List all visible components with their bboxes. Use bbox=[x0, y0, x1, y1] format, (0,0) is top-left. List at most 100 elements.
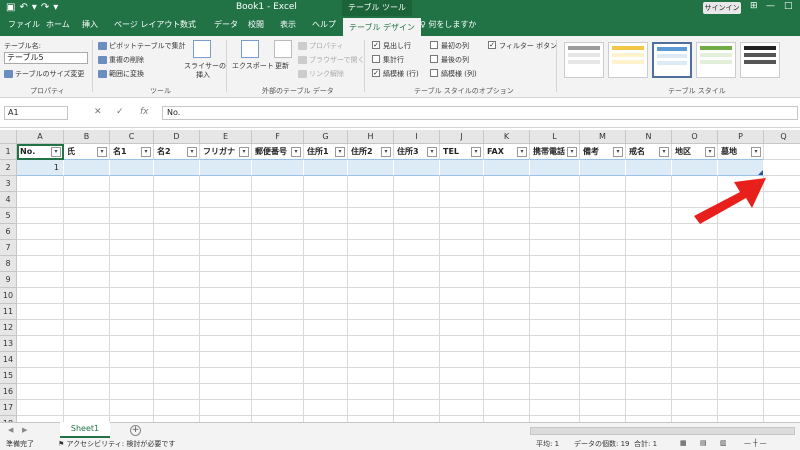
horizontal-scrollbar[interactable] bbox=[530, 427, 795, 435]
cell-d17[interactable] bbox=[154, 400, 200, 416]
cell-c10[interactable] bbox=[110, 288, 154, 304]
cell-m11[interactable] bbox=[580, 304, 626, 320]
cell-i16[interactable] bbox=[394, 384, 440, 400]
cell-f16[interactable] bbox=[252, 384, 304, 400]
cell-d4[interactable] bbox=[154, 192, 200, 208]
cell-n9[interactable] bbox=[626, 272, 672, 288]
filter-dropdown-icon[interactable]: ▾ bbox=[705, 147, 715, 157]
cell-i6[interactable] bbox=[394, 224, 440, 240]
cell-j15[interactable] bbox=[440, 368, 484, 384]
cell-f10[interactable] bbox=[252, 288, 304, 304]
table-style-thumb[interactable] bbox=[740, 42, 780, 78]
cell-g6[interactable] bbox=[304, 224, 348, 240]
cell-e5[interactable] bbox=[200, 208, 252, 224]
unlink-button[interactable]: リンク解除 bbox=[298, 69, 344, 79]
cell-g9[interactable] bbox=[304, 272, 348, 288]
cell-q9[interactable] bbox=[764, 272, 800, 288]
cell-f5[interactable] bbox=[252, 208, 304, 224]
cell-d5[interactable] bbox=[154, 208, 200, 224]
cell-i5[interactable] bbox=[394, 208, 440, 224]
cell-m14[interactable] bbox=[580, 352, 626, 368]
cell-j7[interactable] bbox=[440, 240, 484, 256]
cell-e10[interactable] bbox=[200, 288, 252, 304]
table-header-cell[interactable]: 地区 ▾ bbox=[672, 144, 718, 160]
cell-f12[interactable] bbox=[252, 320, 304, 336]
row-header-7[interactable]: 7 bbox=[0, 240, 17, 256]
cell-l6[interactable] bbox=[530, 224, 580, 240]
row-header-3[interactable]: 3 bbox=[0, 176, 17, 192]
slicer-label-2[interactable]: 挿入 bbox=[196, 70, 210, 80]
cell-c12[interactable] bbox=[110, 320, 154, 336]
cell-n12[interactable] bbox=[626, 320, 672, 336]
column-header-p[interactable]: P bbox=[718, 130, 764, 144]
column-header-m[interactable]: M bbox=[580, 130, 626, 144]
cell-b10[interactable] bbox=[64, 288, 110, 304]
cell-l10[interactable] bbox=[530, 288, 580, 304]
cell-j5[interactable] bbox=[440, 208, 484, 224]
cell-q15[interactable] bbox=[764, 368, 800, 384]
cell-m7[interactable] bbox=[580, 240, 626, 256]
page-layout-view-icon[interactable]: ▤ bbox=[700, 439, 707, 447]
table-header-cell[interactable]: 名1 ▾ bbox=[110, 144, 154, 160]
cell-g11[interactable] bbox=[304, 304, 348, 320]
cell-g16[interactable] bbox=[304, 384, 348, 400]
cell-p9[interactable] bbox=[718, 272, 764, 288]
column-header-g[interactable]: G bbox=[304, 130, 348, 144]
cell-p11[interactable] bbox=[718, 304, 764, 320]
cell-m8[interactable] bbox=[580, 256, 626, 272]
cell-a4[interactable] bbox=[17, 192, 64, 208]
cell-h12[interactable] bbox=[348, 320, 394, 336]
filter-dropdown-icon[interactable]: ▾ bbox=[567, 147, 577, 157]
cell-c5[interactable] bbox=[110, 208, 154, 224]
table-data-cell[interactable] bbox=[440, 160, 484, 176]
cell-l14[interactable] bbox=[530, 352, 580, 368]
cell-f17[interactable] bbox=[252, 400, 304, 416]
cell-a12[interactable] bbox=[17, 320, 64, 336]
cell-c13[interactable] bbox=[110, 336, 154, 352]
column-header-d[interactable]: D bbox=[154, 130, 200, 144]
cell-o13[interactable] bbox=[672, 336, 718, 352]
cell-e6[interactable] bbox=[200, 224, 252, 240]
cell-c17[interactable] bbox=[110, 400, 154, 416]
cell-a11[interactable] bbox=[17, 304, 64, 320]
cell-c16[interactable] bbox=[110, 384, 154, 400]
tab-review[interactable]: 校閲 bbox=[248, 19, 264, 30]
export-label[interactable]: エクスポート bbox=[232, 61, 274, 71]
filter-dropdown-icon[interactable]: ▾ bbox=[187, 147, 197, 157]
cell-l16[interactable] bbox=[530, 384, 580, 400]
cell-n16[interactable] bbox=[626, 384, 672, 400]
refresh-icon[interactable] bbox=[274, 40, 292, 58]
cell-k3[interactable] bbox=[484, 176, 530, 192]
first-column-checkbox[interactable]: 最初の列 bbox=[430, 41, 469, 51]
cell-m6[interactable] bbox=[580, 224, 626, 240]
tab-insert[interactable]: 挿入 bbox=[82, 19, 98, 30]
banded-rows-checkbox[interactable]: 縞模様 (行) bbox=[372, 69, 419, 79]
cancel-icon[interactable]: ✕ bbox=[94, 107, 102, 117]
ribbon-display-icon[interactable]: ⊞ bbox=[750, 1, 758, 11]
cell-c14[interactable] bbox=[110, 352, 154, 368]
cell-e12[interactable] bbox=[200, 320, 252, 336]
cell-a5[interactable] bbox=[17, 208, 64, 224]
cell-c11[interactable] bbox=[110, 304, 154, 320]
table-data-cell[interactable] bbox=[110, 160, 154, 176]
column-header-c[interactable]: C bbox=[110, 130, 154, 144]
column-header-f[interactable]: F bbox=[252, 130, 304, 144]
table-header-cell[interactable]: FAX ▾ bbox=[484, 144, 530, 160]
name-box[interactable]: A1 bbox=[4, 106, 68, 120]
cell-d16[interactable] bbox=[154, 384, 200, 400]
filter-dropdown-icon[interactable]: ▾ bbox=[613, 147, 623, 157]
cell-k4[interactable] bbox=[484, 192, 530, 208]
cell-a7[interactable] bbox=[17, 240, 64, 256]
row-header-14[interactable]: 14 bbox=[0, 352, 17, 368]
column-header-h[interactable]: H bbox=[348, 130, 394, 144]
cell-m4[interactable] bbox=[580, 192, 626, 208]
cell-f11[interactable] bbox=[252, 304, 304, 320]
table-data-cell[interactable] bbox=[394, 160, 440, 176]
row-header-12[interactable]: 12 bbox=[0, 320, 17, 336]
tab-formulas[interactable]: 数式 bbox=[180, 19, 196, 30]
row-header-1[interactable]: 1 bbox=[0, 144, 17, 160]
cell-i8[interactable] bbox=[394, 256, 440, 272]
cell-c4[interactable] bbox=[110, 192, 154, 208]
cell-f8[interactable] bbox=[252, 256, 304, 272]
cell-k17[interactable] bbox=[484, 400, 530, 416]
